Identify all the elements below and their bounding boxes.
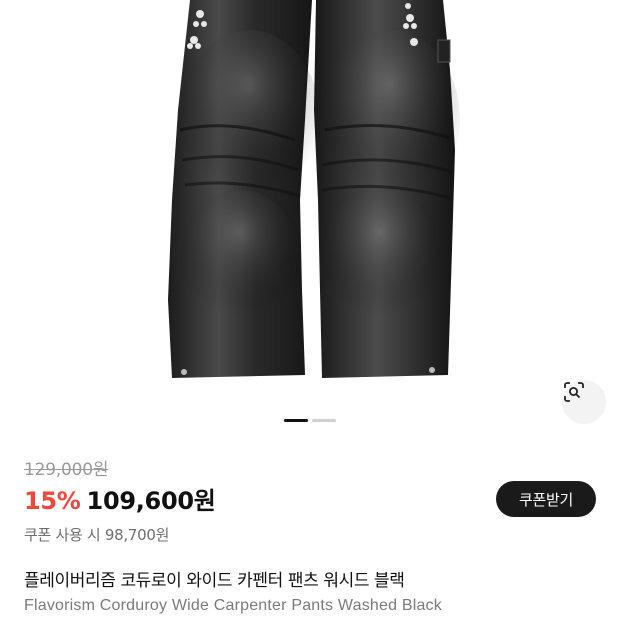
pager-dot[interactable] (312, 419, 336, 422)
get-coupon-button[interactable]: 쿠폰받기 (496, 481, 596, 517)
product-title-korean: 플레이버리즘 코듀로이 와이드 카펜터 팬츠 워시드 블랙 (24, 571, 405, 591)
coupon-price-text: 쿠폰 사용 시 98,700원 (24, 526, 170, 544)
pager-dot-active[interactable] (284, 419, 308, 422)
price-row: 15% 109,600원 (24, 481, 216, 516)
image-search-icon (564, 382, 584, 402)
image-search-button[interactable] (562, 380, 606, 424)
product-image (168, 0, 460, 378)
product-image-carousel[interactable] (0, 0, 620, 440)
product-title-english: Flavorism Corduroy Wide Carpenter Pants … (24, 597, 442, 614)
original-price: 129,000원 (24, 460, 109, 480)
discount-rate: 15% (24, 487, 81, 515)
carousel-pager (284, 419, 336, 422)
sale-price: 109,600원 (86, 487, 216, 515)
